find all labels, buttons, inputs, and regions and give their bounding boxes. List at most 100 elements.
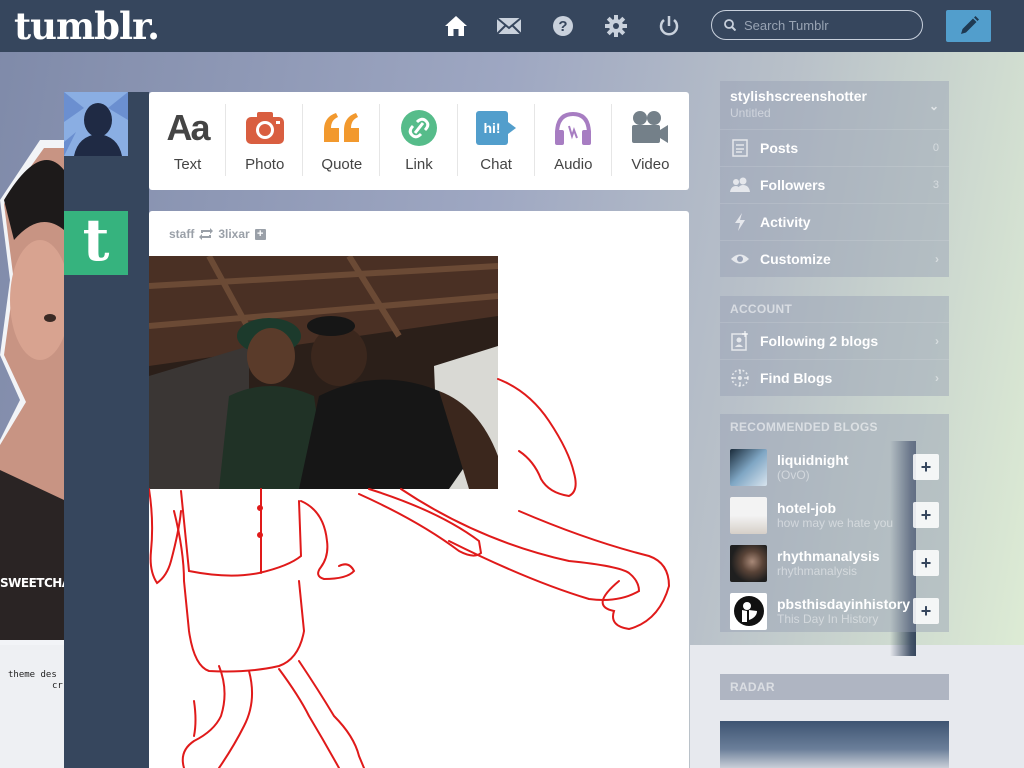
chevron-down-icon: ⌄ bbox=[928, 99, 939, 113]
radar-section: RADAR bbox=[720, 674, 949, 768]
blog-menu: stylishscreenshotter Untitled ⌄ Posts 0 … bbox=[720, 81, 949, 277]
chevron-right-icon: › bbox=[935, 371, 939, 385]
recommended-blog-name: rhythmanalysis bbox=[777, 548, 880, 564]
compose-button[interactable] bbox=[946, 10, 991, 42]
mail-icon[interactable] bbox=[496, 12, 522, 40]
blog-avatar bbox=[730, 448, 767, 486]
recommended-blog-name: hotel-job bbox=[777, 500, 837, 516]
radar-post[interactable] bbox=[720, 721, 949, 768]
post-type-quote[interactable]: Quote bbox=[303, 92, 381, 190]
blog-selector[interactable]: stylishscreenshotter Untitled ⌄ bbox=[720, 81, 949, 129]
recommended-blogs: RECOMMENDED BLOGS liquidnight (OvO) + ho… bbox=[720, 414, 949, 656]
search-box[interactable] bbox=[711, 10, 923, 40]
search-icon bbox=[724, 19, 736, 31]
recommended-blog-subtitle: rhythmanalysis bbox=[777, 564, 858, 578]
sidebar-item-label: Followers bbox=[760, 177, 826, 193]
following-icon bbox=[730, 331, 750, 351]
sidebar-item-label: Customize bbox=[760, 251, 831, 267]
post-type-link[interactable]: Link bbox=[380, 92, 458, 190]
followers-icon bbox=[730, 177, 750, 193]
posts-icon bbox=[730, 139, 750, 157]
pencil-icon bbox=[960, 16, 979, 34]
sidebar-item-label: Activity bbox=[760, 214, 811, 230]
settings-icon[interactable] bbox=[603, 12, 629, 40]
user-avatar[interactable] bbox=[64, 92, 128, 156]
theme-credit-line: theme des bbox=[8, 670, 57, 680]
posts-count: 0 bbox=[932, 142, 939, 154]
recommended-heading: RECOMMENDED BLOGS bbox=[720, 414, 949, 440]
post-type-chat[interactable]: hi! Chat bbox=[458, 92, 535, 190]
sidebar-item-label: Following 2 blogs bbox=[760, 333, 879, 349]
text-icon: Aa bbox=[166, 107, 211, 148]
recommended-blog-subtitle: This Day In History bbox=[777, 612, 879, 626]
chat-icon: hi! bbox=[475, 108, 517, 148]
blog-title: Untitled bbox=[730, 106, 771, 120]
home-icon[interactable] bbox=[443, 12, 469, 40]
dashboard-post: staff 3lixar + bbox=[149, 211, 689, 768]
sidebar-item-label: Posts bbox=[760, 140, 799, 156]
recommended-blog[interactable]: rhythmanalysis rhythmanalysis + bbox=[720, 536, 949, 584]
dashboard-left-column bbox=[64, 92, 149, 768]
drawing-overlay bbox=[149, 378, 671, 768]
recommended-blog[interactable]: pbsthisdayinhistory This Day In History … bbox=[720, 584, 949, 632]
recommended-blog-name: pbsthisdayinhistory bbox=[777, 596, 911, 612]
post-type-bar: Aa Text Photo Quote Link hi! Chat Audio bbox=[149, 92, 689, 190]
post-type-photo[interactable]: Photo bbox=[226, 92, 304, 190]
compass-icon bbox=[730, 368, 750, 388]
sidebar-item-followers[interactable]: Followers 3 bbox=[720, 166, 949, 203]
post-type-label: Photo bbox=[245, 156, 285, 173]
post-type-label: Quote bbox=[321, 156, 363, 173]
post-type-label: Chat bbox=[480, 156, 512, 173]
followers-count: 3 bbox=[932, 179, 939, 191]
blog-avatar bbox=[730, 544, 767, 582]
theme-credit-panel bbox=[0, 645, 66, 768]
svg-text:hi!: hi! bbox=[484, 120, 501, 136]
camera-icon bbox=[245, 108, 285, 148]
sidebar-item-label: Find Blogs bbox=[760, 370, 833, 386]
follow-button[interactable]: + bbox=[913, 598, 939, 624]
follow-button[interactable]: + bbox=[913, 550, 939, 576]
radar-heading: RADAR bbox=[720, 674, 949, 700]
sidebar-item-find-blogs[interactable]: Find Blogs › bbox=[720, 359, 949, 396]
recommended-blog[interactable]: hotel-job how may we hate you + bbox=[720, 488, 949, 536]
account-heading: ACCOUNT bbox=[720, 296, 949, 322]
tumblr-logo[interactable]: tumblr. bbox=[14, 4, 160, 48]
top-bar: tumblr. ? bbox=[0, 0, 1024, 52]
chevron-right-icon: › bbox=[935, 252, 939, 266]
svg-text:?: ? bbox=[558, 18, 567, 35]
post-type-video[interactable]: Video bbox=[612, 92, 689, 190]
recommended-blog-name: liquidnight bbox=[777, 452, 849, 468]
post-type-label: Audio bbox=[554, 156, 593, 173]
sidebar-item-following[interactable]: Following 2 blogs › bbox=[720, 322, 949, 359]
post-type-audio[interactable]: Audio bbox=[535, 92, 612, 190]
post-type-label: Text bbox=[173, 156, 202, 173]
help-icon[interactable]: ? bbox=[550, 12, 576, 40]
search-input[interactable] bbox=[742, 16, 916, 34]
recommended-blog-subtitle: how may we hate you bbox=[777, 516, 894, 530]
chevron-right-icon: › bbox=[935, 334, 939, 348]
recommended-blog-subtitle: (OvO) bbox=[777, 468, 810, 482]
blog-avatar bbox=[730, 592, 767, 630]
recommended-blog[interactable]: liquidnight (OvO) + bbox=[720, 440, 949, 488]
post-type-text[interactable]: Aa Text bbox=[149, 92, 227, 190]
eye-icon bbox=[730, 253, 750, 265]
headphones-icon bbox=[553, 108, 593, 148]
lightning-icon bbox=[730, 213, 750, 231]
blog-name: stylishscreenshotter bbox=[730, 88, 867, 104]
tumblr-staff-avatar[interactable]: t bbox=[64, 211, 128, 275]
theme-credit-line: cr bbox=[52, 681, 63, 691]
theme-background-photo: SWEETCHAY bbox=[0, 140, 78, 645]
follow-button[interactable]: + bbox=[913, 454, 939, 480]
quote-icon bbox=[321, 108, 363, 148]
blog-avatar bbox=[730, 496, 767, 534]
theme-credit: theme des cr bbox=[8, 670, 63, 692]
follow-button[interactable]: + bbox=[913, 502, 939, 528]
power-icon[interactable] bbox=[656, 12, 682, 40]
sidebar-item-activity[interactable]: Activity bbox=[720, 203, 949, 240]
video-camera-icon bbox=[631, 108, 669, 148]
post-type-label: Link bbox=[405, 156, 433, 173]
post-type-label: Video bbox=[631, 156, 670, 173]
sidebar-item-posts[interactable]: Posts 0 bbox=[720, 129, 949, 166]
sidebar-item-customize[interactable]: Customize › bbox=[720, 240, 949, 277]
account-menu: ACCOUNT Following 2 blogs › Find Blogs › bbox=[720, 296, 949, 396]
